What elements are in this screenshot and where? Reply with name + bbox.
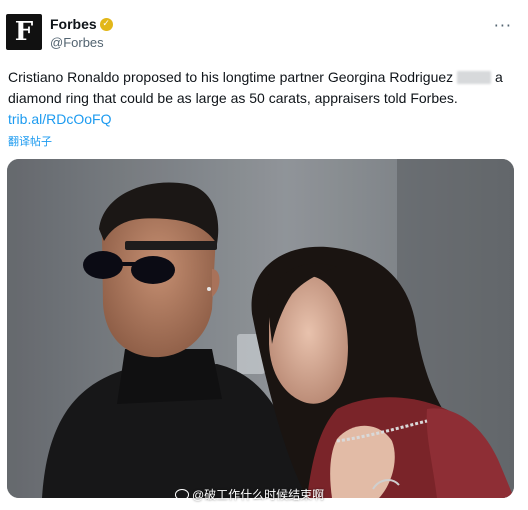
tweet-header: F Forbes ✓ @Forbes ··· [6, 14, 522, 56]
forbes-avatar[interactable]: F [6, 14, 42, 50]
author-name-row: Forbes ✓ [50, 16, 113, 32]
author-handle[interactable]: @Forbes [50, 35, 104, 50]
couple-photo [7, 159, 514, 498]
more-options-icon[interactable]: ··· [494, 18, 512, 34]
weibo-watermark: @破工作什么时候结束啊 [175, 486, 324, 503]
weibo-icon [175, 489, 189, 500]
author-display-name[interactable]: Forbes [50, 16, 97, 32]
tweet-text-part-1: Cristiano Ronaldo proposed to his longti… [8, 69, 454, 85]
translate-post-link[interactable]: 翻译帖子 [8, 133, 52, 149]
watermark-text: @破工作什么时候结束啊 [192, 488, 325, 502]
redacted-text [457, 71, 492, 84]
tweet-link[interactable]: trib.al/RDcOoFQ [8, 111, 111, 127]
verified-badge-icon: ✓ [99, 17, 113, 31]
tweet-media-image[interactable] [7, 159, 514, 498]
tweet-body: Cristiano Ronaldo proposed to his longti… [8, 67, 516, 130]
